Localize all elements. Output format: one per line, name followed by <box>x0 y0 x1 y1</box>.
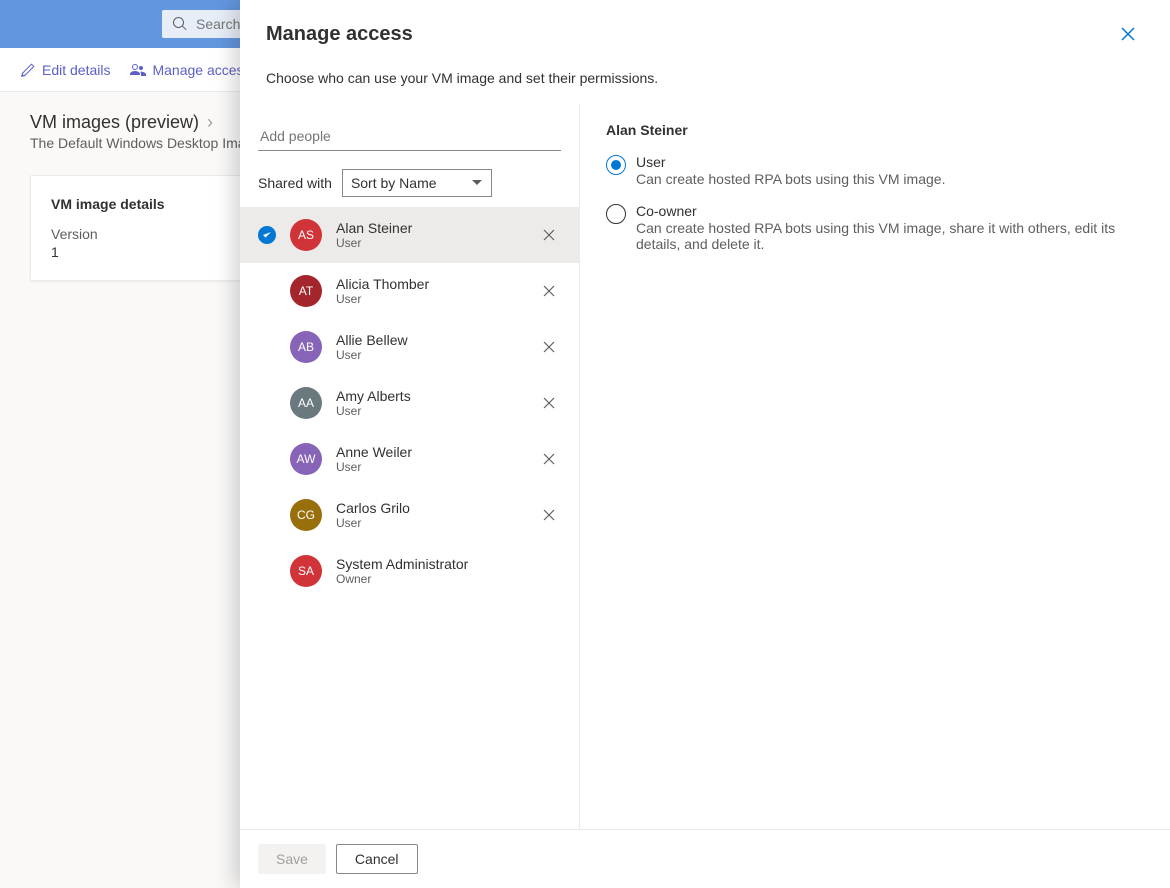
person-name: Allie Bellew <box>336 332 523 348</box>
x-icon <box>543 285 555 297</box>
avatar: AS <box>290 219 322 251</box>
radio-text: UserCan create hosted RPA bots using thi… <box>636 154 1144 187</box>
person-role: User <box>336 348 523 362</box>
person-role: Owner <box>336 572 523 586</box>
person-row[interactable]: AS Alan SteinerUser <box>240 207 579 263</box>
sort-value: Sort by Name <box>351 175 437 191</box>
radio-text: Co-ownerCan create hosted RPA bots using… <box>636 203 1144 252</box>
role-radio-user[interactable]: UserCan create hosted RPA bots using thi… <box>606 154 1144 187</box>
avatar: AA <box>290 387 322 419</box>
person-row[interactable]: AB Allie BellewUser <box>240 319 579 375</box>
person-info: Alan SteinerUser <box>336 220 523 250</box>
selected-person-name: Alan Steiner <box>606 122 1144 138</box>
shared-with-label: Shared with <box>258 175 332 191</box>
person-row[interactable]: AA Amy AlbertsUser <box>240 375 579 431</box>
search-icon <box>172 16 188 32</box>
person-info: System AdministratorOwner <box>336 556 523 586</box>
person-role: User <box>336 404 523 418</box>
person-info: Amy AlbertsUser <box>336 388 523 418</box>
check-icon <box>258 226 276 244</box>
x-icon <box>543 341 555 353</box>
avatar: CG <box>290 499 322 531</box>
cancel-button[interactable]: Cancel <box>336 844 418 874</box>
manage-access-label: Manage access <box>152 62 250 78</box>
manage-access-panel: Manage access Choose who can use your VM… <box>240 0 1170 888</box>
x-icon <box>543 229 555 241</box>
avatar: AW <box>290 443 322 475</box>
panel-title: Manage access <box>266 23 413 46</box>
person-name: System Administrator <box>336 556 523 572</box>
check-slot <box>258 226 276 244</box>
person-name: Alan Steiner <box>336 220 523 236</box>
person-name: Anne Weiler <box>336 444 523 460</box>
person-row[interactable]: SA System AdministratorOwner <box>240 543 579 599</box>
breadcrumb-root[interactable]: VM images (preview) <box>30 112 199 133</box>
chevron-right-icon: › <box>207 112 213 133</box>
remove-person-button[interactable] <box>537 223 561 247</box>
remove-person-button[interactable] <box>537 447 561 471</box>
people-icon <box>130 62 146 78</box>
person-info: Carlos GriloUser <box>336 500 523 530</box>
close-button[interactable] <box>1112 18 1144 50</box>
person-info: Alicia ThomberUser <box>336 276 523 306</box>
panel-header: Manage access <box>240 0 1170 54</box>
edit-details-label: Edit details <box>42 62 110 78</box>
chevron-down-icon <box>471 177 483 189</box>
radio-icon <box>606 155 626 175</box>
person-row[interactable]: AT Alicia ThomberUser <box>240 263 579 319</box>
edit-details-button[interactable]: Edit details <box>20 62 110 78</box>
role-radio-co-owner[interactable]: Co-ownerCan create hosted RPA bots using… <box>606 203 1144 252</box>
manage-access-button[interactable]: Manage access <box>130 62 250 78</box>
people-column: Shared with Sort by Name ASAlan SteinerU… <box>240 104 580 829</box>
person-role: User <box>336 460 523 474</box>
person-row[interactable]: AW Anne WeilerUser <box>240 431 579 487</box>
person-name: Amy Alberts <box>336 388 523 404</box>
avatar: AB <box>290 331 322 363</box>
person-name: Alicia Thomber <box>336 276 523 292</box>
radio-label: User <box>636 154 1144 170</box>
person-row[interactable]: CG Carlos GriloUser <box>240 487 579 543</box>
panel-footer: Save Cancel <box>240 829 1170 888</box>
remove-person-button[interactable] <box>537 391 561 415</box>
radio-label: Co-owner <box>636 203 1144 219</box>
person-info: Allie BellewUser <box>336 332 523 362</box>
remove-person-button[interactable] <box>537 335 561 359</box>
radio-description: Can create hosted RPA bots using this VM… <box>636 171 1144 187</box>
people-list: ASAlan SteinerUserATAlicia ThomberUserAB… <box>240 207 579 599</box>
x-icon <box>543 453 555 465</box>
sort-dropdown[interactable]: Sort by Name <box>342 169 492 197</box>
save-button[interactable]: Save <box>258 844 326 874</box>
remove-person-button[interactable] <box>537 503 561 527</box>
permissions-column: Alan Steiner UserCan create hosted RPA b… <box>580 104 1170 829</box>
avatar: AT <box>290 275 322 307</box>
person-info: Anne WeilerUser <box>336 444 523 474</box>
close-icon <box>1121 27 1135 41</box>
avatar: SA <box>290 555 322 587</box>
person-name: Carlos Grilo <box>336 500 523 516</box>
person-role: User <box>336 292 523 306</box>
panel-description: Choose who can use your VM image and set… <box>240 70 1170 104</box>
remove-person-button[interactable] <box>537 279 561 303</box>
x-icon <box>543 397 555 409</box>
person-role: User <box>336 236 523 250</box>
person-role: User <box>336 516 523 530</box>
add-people-input[interactable] <box>258 122 561 151</box>
radio-description: Can create hosted RPA bots using this VM… <box>636 220 1144 252</box>
radio-icon <box>606 204 626 224</box>
pencil-icon <box>20 62 36 78</box>
x-icon <box>543 509 555 521</box>
